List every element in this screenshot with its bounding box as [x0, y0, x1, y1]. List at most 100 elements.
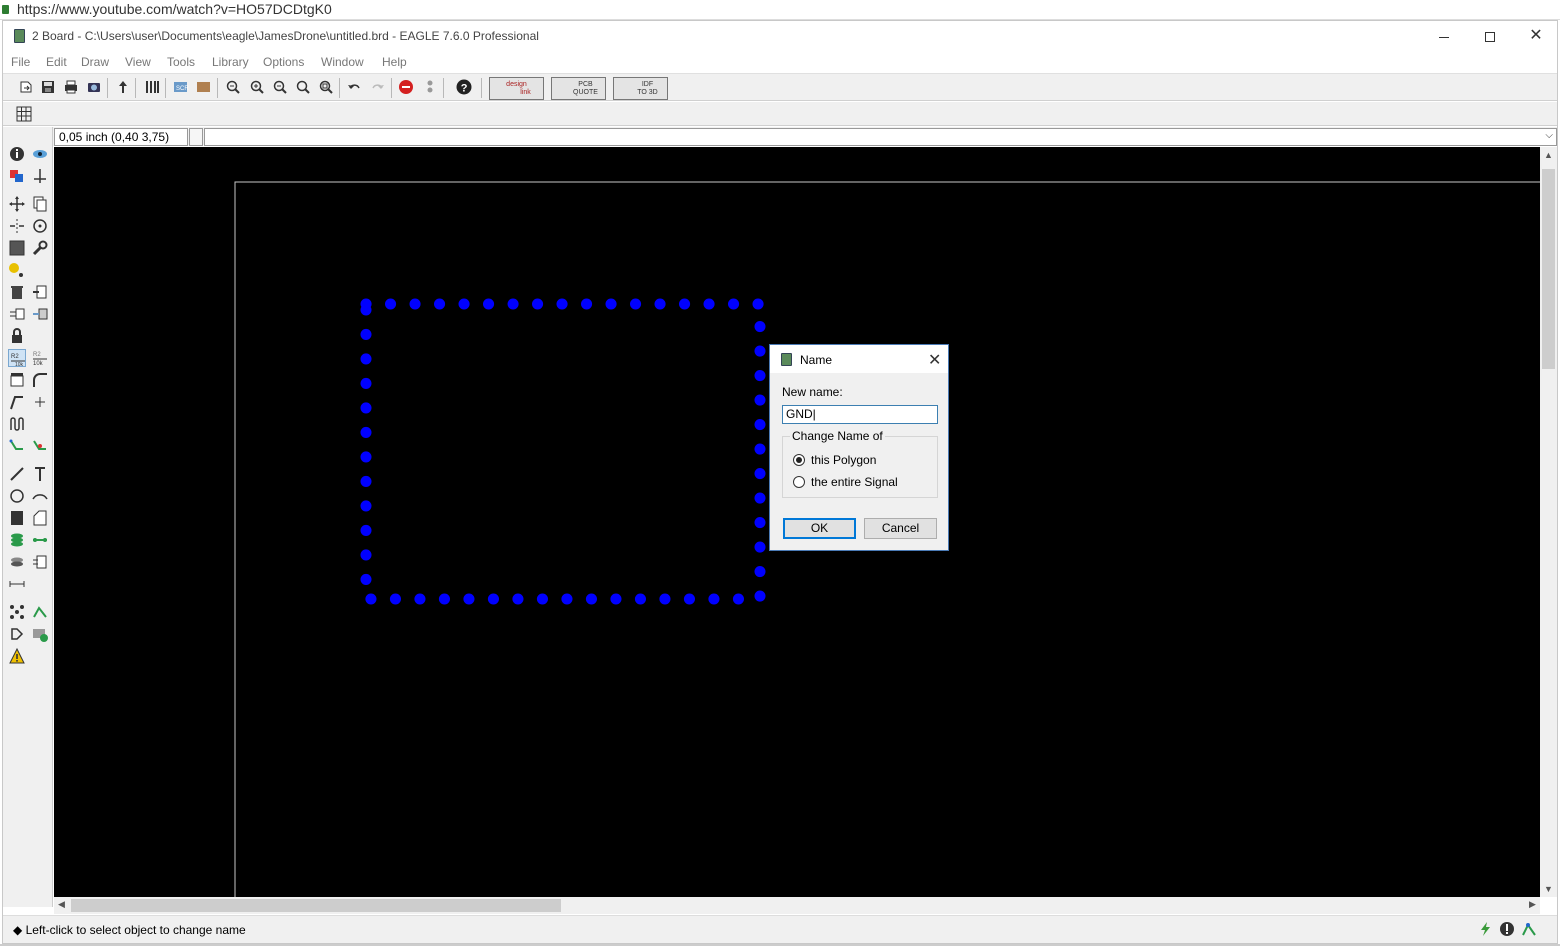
circle-icon[interactable]: [8, 487, 26, 505]
scroll-left-icon[interactable]: ◀: [58, 899, 65, 910]
entire-signal-radio[interactable]: [793, 476, 805, 488]
hole-icon[interactable]: [8, 553, 26, 571]
gnd-polygon[interactable]: [360, 298, 766, 605]
menu-help[interactable]: Help: [382, 55, 407, 69]
zoom-select-icon[interactable]: [318, 79, 334, 95]
name-tool-icon[interactable]: R2 10k: [8, 349, 26, 368]
maximize-button[interactable]: [1467, 21, 1513, 51]
dialog-close-button[interactable]: ✕: [928, 350, 941, 370]
menu-library[interactable]: Library: [212, 55, 249, 69]
group-icon[interactable]: [8, 239, 26, 257]
menu-view[interactable]: View: [125, 55, 151, 69]
stop-status-icon[interactable]: [1499, 921, 1515, 937]
scroll-up-icon[interactable]: ▲: [1544, 150, 1553, 160]
undo-icon[interactable]: [346, 79, 362, 95]
command-line-input[interactable]: ⌵: [204, 128, 1557, 146]
attribute-icon[interactable]: [31, 553, 49, 571]
split-icon[interactable]: [8, 393, 26, 411]
grid-icon[interactable]: [16, 106, 32, 122]
paste-icon[interactable]: [8, 261, 26, 279]
signal-icon[interactable]: [31, 531, 49, 549]
up-arrow-icon[interactable]: [115, 79, 131, 95]
move-icon[interactable]: [8, 195, 26, 213]
command-menu-toggle[interactable]: [189, 128, 203, 146]
stop-icon[interactable]: [398, 79, 414, 95]
smash-icon[interactable]: [8, 371, 26, 389]
mirror-icon[interactable]: [8, 217, 26, 235]
dimension-icon[interactable]: [8, 575, 26, 593]
zoom-fit-icon[interactable]: [225, 79, 241, 95]
redo-icon[interactable]: [370, 79, 386, 95]
pinswap-icon[interactable]: [8, 305, 26, 323]
menu-file[interactable]: File: [11, 55, 30, 69]
go-icon[interactable]: [422, 79, 438, 95]
miter-icon[interactable]: [31, 371, 49, 389]
via-icon[interactable]: [8, 531, 26, 549]
cancel-button[interactable]: Cancel: [864, 518, 937, 539]
horizontal-scroll-thumb[interactable]: [71, 899, 561, 912]
zoom-redraw-icon[interactable]: [295, 79, 311, 95]
add-icon[interactable]: [31, 283, 49, 301]
minimize-button[interactable]: [1421, 21, 1467, 51]
polygon-icon[interactable]: [31, 509, 49, 527]
cam-icon[interactable]: [86, 79, 102, 95]
this-polygon-radio[interactable]: [793, 454, 805, 466]
route-status-icon[interactable]: [1521, 921, 1537, 937]
close-button[interactable]: ✕: [1513, 21, 1559, 51]
zoom-out-icon[interactable]: [272, 79, 288, 95]
change-wrench-icon[interactable]: [31, 239, 49, 257]
help-icon[interactable]: ?: [456, 79, 472, 95]
save-icon[interactable]: [40, 79, 56, 95]
delete-icon[interactable]: [8, 283, 26, 301]
chevron-down-icon[interactable]: ⌵: [1545, 130, 1553, 141]
print-icon[interactable]: [63, 79, 79, 95]
optimize-icon[interactable]: [31, 393, 49, 411]
display-layers-icon[interactable]: [8, 167, 26, 185]
rotate-icon[interactable]: [31, 217, 49, 235]
meander-icon[interactable]: [8, 415, 26, 433]
mark-icon[interactable]: [31, 167, 49, 185]
layer-settings-icon[interactable]: [144, 79, 160, 95]
copy-icon[interactable]: [31, 195, 49, 213]
warning-icon[interactable]: [8, 647, 26, 665]
rect-icon[interactable]: [8, 509, 26, 527]
ripup-icon[interactable]: [31, 437, 49, 455]
this-polygon-label[interactable]: this Polygon: [811, 453, 876, 467]
arc-icon[interactable]: [31, 487, 49, 505]
ulp-icon[interactable]: [196, 79, 212, 95]
scroll-down-icon[interactable]: ▼: [1544, 884, 1553, 894]
entire-signal-label[interactable]: the entire Signal: [811, 475, 898, 489]
pcb-quote-button[interactable]: PCB QUOTE: [551, 77, 606, 100]
zoom-in-icon[interactable]: [249, 79, 265, 95]
ratsnest-icon[interactable]: [8, 603, 26, 621]
erc-icon[interactable]: [8, 625, 26, 643]
browser-url[interactable]: https://www.youtube.com/watch?v=HO57DCDt…: [17, 1, 332, 17]
value-tool-icon[interactable]: R2 10k: [31, 349, 49, 367]
design-link-button[interactable]: design link: [489, 77, 544, 100]
lightning-icon[interactable]: [1478, 921, 1494, 937]
menu-tools[interactable]: Tools: [167, 55, 195, 69]
vertical-scroll-thumb[interactable]: [1542, 169, 1555, 369]
info-icon[interactable]: [8, 145, 26, 163]
show-icon[interactable]: [31, 145, 49, 163]
replace-icon[interactable]: [31, 305, 49, 323]
menu-draw[interactable]: Draw: [81, 55, 109, 69]
toolbar-separator: [135, 78, 136, 98]
wire-icon[interactable]: [8, 465, 26, 483]
route-icon[interactable]: [8, 437, 26, 455]
ok-button[interactable]: OK: [783, 518, 856, 539]
new-name-input[interactable]: GND|: [782, 405, 938, 424]
script-icon[interactable]: SCR: [173, 79, 189, 95]
lock-icon[interactable]: [8, 327, 26, 345]
vertical-scrollbar[interactable]: ▲ ▼: [1540, 147, 1557, 897]
menu-edit[interactable]: Edit: [46, 55, 67, 69]
open-icon[interactable]: [18, 79, 34, 95]
menu-window[interactable]: Window: [321, 55, 364, 69]
scroll-right-icon[interactable]: ▶: [1529, 899, 1536, 910]
drc-icon[interactable]: [31, 625, 49, 643]
text-icon[interactable]: [31, 465, 49, 483]
horizontal-scrollbar[interactable]: ◀ ▶: [54, 897, 1540, 914]
autorouter-icon[interactable]: [31, 603, 49, 621]
menu-options[interactable]: Options: [263, 55, 304, 69]
idf-to-3d-button[interactable]: IDF TO 3D: [613, 77, 668, 100]
